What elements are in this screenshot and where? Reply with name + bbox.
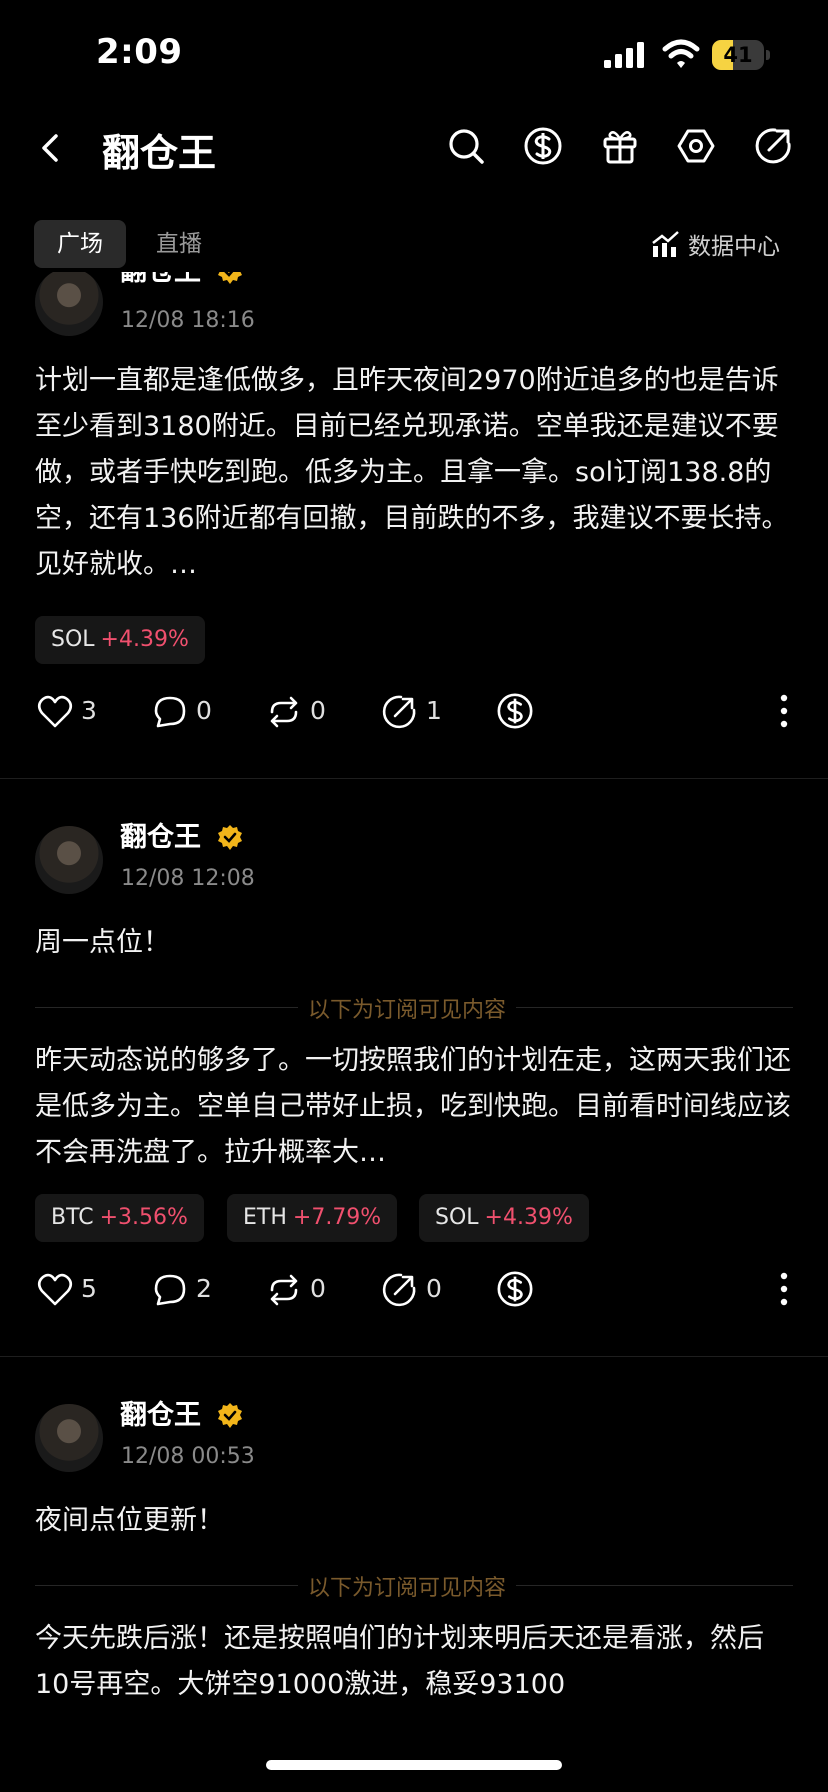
- comment-icon[interactable]: [152, 694, 188, 730]
- settings-hex-icon[interactable]: [676, 126, 716, 166]
- ticker-name: ETH: [243, 1205, 287, 1230]
- cellular-signal-icon: [604, 42, 644, 68]
- author-name[interactable]: 翻仓王: [120, 820, 201, 856]
- repost-count: 0: [310, 696, 326, 725]
- comment-count: 2: [196, 1274, 212, 1303]
- tip-dollar-icon[interactable]: [496, 1270, 534, 1308]
- post-date: 12/08 12:08: [121, 866, 255, 891]
- ticker-chip-eth[interactable]: ETH +7.79%: [227, 1194, 398, 1242]
- subscriber-only-label: 以下为订阅可见内容: [298, 1570, 517, 1602]
- post-separator: [0, 778, 828, 779]
- repost-icon[interactable]: [266, 1272, 302, 1308]
- share-count: 1: [426, 696, 442, 725]
- subscriber-only-label: 以下为订阅可见内容: [298, 992, 517, 1024]
- ticker-change: +3.56%: [99, 1205, 188, 1230]
- share-icon[interactable]: [753, 126, 793, 166]
- post-text[interactable]: 昨天动态说的够多了。一切按照我们的计划在走，这两天我们还是低多为主。空单自己带好…: [35, 1038, 795, 1176]
- post-text[interactable]: 计划一直都是逢低做多，且昨天夜间2970附近追多的也是告诉至少看到3180附近。…: [35, 358, 795, 588]
- author-name[interactable]: 翻仓王: [120, 272, 201, 290]
- post-title[interactable]: 周一点位！: [35, 920, 795, 966]
- post-date: 12/08 18:16: [121, 308, 255, 333]
- data-center-link[interactable]: 数据中心: [650, 226, 780, 262]
- gift-icon[interactable]: [600, 126, 640, 166]
- battery-indicator: 41: [712, 40, 772, 70]
- status-time: 2:09: [96, 32, 183, 72]
- more-options-icon[interactable]: [779, 1272, 789, 1306]
- ticker-chip-sol[interactable]: SOL +4.39%: [419, 1194, 589, 1242]
- chart-icon: [652, 231, 679, 257]
- ticker-change: +4.39%: [100, 627, 189, 652]
- ticker-name: SOL: [435, 1205, 479, 1230]
- ticker-name: BTC: [51, 1205, 94, 1230]
- post-date: 12/08 00:53: [121, 1444, 255, 1469]
- ticker-name: SOL: [51, 627, 95, 652]
- ticker-chip-btc[interactable]: BTC +3.56%: [35, 1194, 204, 1242]
- like-count: 3: [81, 696, 97, 725]
- share-icon[interactable]: [381, 1272, 417, 1308]
- post-title[interactable]: 夜间点位更新！: [35, 1498, 795, 1544]
- repost-icon[interactable]: [266, 694, 302, 730]
- author-name[interactable]: 翻仓王: [120, 1398, 201, 1434]
- tip-dollar-icon[interactable]: [496, 692, 534, 730]
- like-icon[interactable]: [37, 1272, 73, 1308]
- verified-badge-icon: [218, 1403, 242, 1428]
- tab-square[interactable]: 广场: [34, 220, 126, 268]
- ticker-change: +4.39%: [484, 1205, 573, 1230]
- more-options-icon[interactable]: [779, 694, 789, 728]
- search-icon[interactable]: [446, 126, 486, 166]
- share-icon[interactable]: [381, 694, 417, 730]
- back-arrow-icon[interactable]: [36, 128, 66, 168]
- avatar[interactable]: [35, 272, 103, 336]
- like-count: 5: [81, 1274, 97, 1303]
- comment-icon[interactable]: [152, 1272, 188, 1308]
- wifi-icon: [662, 39, 700, 68]
- post-separator: [0, 1356, 828, 1357]
- avatar[interactable]: [35, 1404, 103, 1472]
- verified-badge-icon: [218, 825, 242, 850]
- dollar-icon[interactable]: [523, 126, 563, 166]
- repost-count: 0: [310, 1274, 326, 1303]
- post-card[interactable]: 翻仓王 12/08 12:08 周一点位！ 以下为订阅可见内容 昨天动态说的够多…: [0, 810, 828, 1350]
- battery-level: 41: [723, 43, 753, 67]
- share-count: 0: [426, 1274, 442, 1303]
- like-icon[interactable]: [37, 694, 73, 730]
- verified-badge-icon: [218, 272, 242, 284]
- post-text[interactable]: 今天先跌后涨！还是按照咱们的计划来明后天还是看涨，然后10号再空。大饼空9100…: [35, 1616, 795, 1754]
- tab-live[interactable]: 直播: [156, 220, 202, 268]
- post-card[interactable]: 翻仓王 12/08 00:53 夜间点位更新！ 以下为订阅可见内容 今天先跌后涨…: [0, 1388, 828, 1792]
- comment-count: 0: [196, 696, 212, 725]
- ticker-chip-sol[interactable]: SOL +4.39%: [35, 616, 205, 664]
- data-center-label: 数据中心: [688, 234, 780, 260]
- post-card[interactable]: 翻仓王 12/08 18:16 计划一直都是逢低做多，且昨天夜间2970附近追多…: [0, 272, 828, 777]
- avatar[interactable]: [35, 826, 103, 894]
- home-indicator: [266, 1760, 562, 1770]
- ticker-change: +7.79%: [292, 1205, 382, 1230]
- page-title: 翻仓王: [102, 131, 217, 175]
